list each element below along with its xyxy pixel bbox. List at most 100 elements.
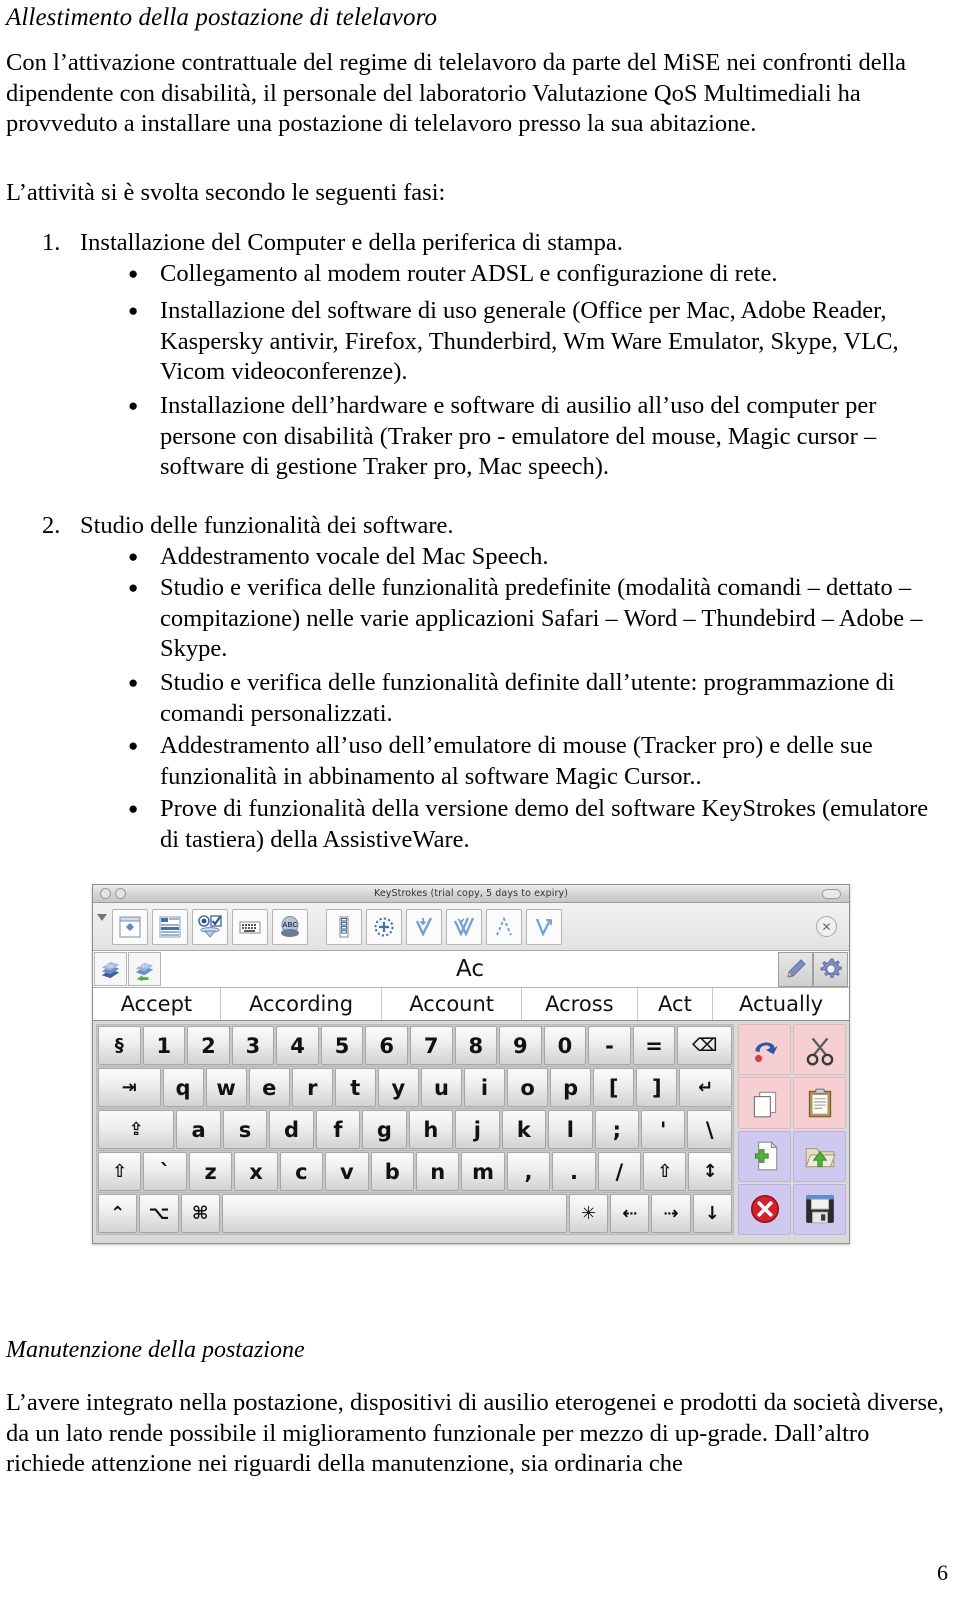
dictionary-icon[interactable]: ABC xyxy=(94,952,127,986)
key-6[interactable]: 6 xyxy=(365,1026,408,1065)
dwell-target-icon[interactable] xyxy=(366,908,402,945)
bullet-glyph-icon: ● xyxy=(128,673,139,692)
key-bracket-left[interactable]: [ xyxy=(593,1068,635,1107)
key-slash[interactable]: / xyxy=(597,1152,642,1191)
key-v[interactable]: v xyxy=(325,1152,369,1191)
key-p[interactable]: p xyxy=(550,1068,592,1107)
prediction-item[interactable]: Actually xyxy=(713,988,849,1020)
key-period[interactable]: . xyxy=(552,1152,596,1191)
key-tab[interactable]: ⇥ xyxy=(98,1068,161,1107)
key-arrow-left-dotted[interactable]: ⇠ xyxy=(610,1194,650,1233)
list-item: ● Installazione dell’hardware e software… xyxy=(128,391,936,483)
key-i[interactable]: i xyxy=(463,1068,506,1107)
prediction-item[interactable]: According xyxy=(221,988,383,1020)
key-j[interactable]: j xyxy=(455,1110,500,1149)
save-file-button[interactable] xyxy=(793,1183,846,1235)
key-shift-right[interactable]: ⇧ xyxy=(643,1152,687,1191)
key-3[interactable]: 3 xyxy=(231,1026,275,1065)
paste-button[interactable] xyxy=(793,1077,846,1129)
key-m[interactable]: m xyxy=(461,1152,505,1191)
key-q[interactable]: q xyxy=(162,1068,204,1107)
key-star-modifier[interactable]: ✳ xyxy=(568,1194,609,1233)
key-1[interactable]: 1 xyxy=(142,1026,186,1065)
panel-layout-icon[interactable] xyxy=(152,908,188,945)
key-l[interactable]: l xyxy=(548,1110,593,1149)
key-r[interactable]: r xyxy=(291,1068,333,1107)
double-click-icon[interactable] xyxy=(446,908,482,945)
key-caps-lock[interactable]: ⇪ xyxy=(98,1110,175,1149)
key-s[interactable]: s xyxy=(222,1110,268,1149)
key-0[interactable]: 0 xyxy=(543,1026,587,1065)
key-9[interactable]: 9 xyxy=(499,1026,542,1065)
key-x[interactable]: x xyxy=(234,1152,278,1191)
key-8[interactable]: 8 xyxy=(454,1026,498,1065)
prediction-item[interactable]: Accept xyxy=(93,988,221,1020)
key-space[interactable] xyxy=(221,1194,567,1233)
key-minus[interactable]: - xyxy=(588,1026,631,1065)
toolbar-collapse-triangle-icon[interactable] xyxy=(97,914,107,921)
move-window-icon[interactable] xyxy=(112,908,148,945)
key-t[interactable]: t xyxy=(334,1068,376,1107)
dictionary-add-icon[interactable]: ABC xyxy=(128,952,161,986)
key-o[interactable]: o xyxy=(507,1068,549,1107)
key-h[interactable]: h xyxy=(408,1110,454,1149)
key-shift-left[interactable]: ⇧ xyxy=(98,1152,142,1191)
zoom-pill-icon[interactable] xyxy=(822,888,841,899)
copy-button[interactable] xyxy=(738,1077,791,1129)
click-down-icon[interactable] xyxy=(406,908,442,945)
key-2[interactable]: 2 xyxy=(187,1026,230,1065)
speech-head-icon[interactable]: ABC xyxy=(272,908,308,945)
key-f[interactable]: f xyxy=(315,1110,361,1149)
close-x-icon[interactable]: ✕ xyxy=(816,916,837,937)
key-backslash[interactable]: \ xyxy=(687,1110,732,1149)
key-semicolon[interactable]: ; xyxy=(594,1110,640,1149)
undo-button[interactable] xyxy=(738,1024,791,1076)
maintenance-heading: Manutenzione della postazione xyxy=(6,1337,305,1363)
keyboard-layout-icon[interactable] xyxy=(232,908,268,945)
close-file-button[interactable] xyxy=(738,1183,791,1235)
key-arrow-down-dotted[interactable]: ↓ xyxy=(692,1194,732,1233)
key-comma[interactable]: , xyxy=(506,1152,551,1191)
pen-edit-icon[interactable] xyxy=(778,951,813,987)
key-return[interactable]: ↵ xyxy=(679,1068,733,1107)
key-option[interactable]: ⌥ xyxy=(139,1194,179,1233)
keyboard-area: § 1 2 3 4 5 6 7 8 9 0 - = ⌫ ⇥ q w e r t … xyxy=(93,1021,849,1239)
drag-right-icon[interactable] xyxy=(526,908,562,945)
key-z[interactable]: z xyxy=(188,1152,233,1191)
key-backtick[interactable]: ` xyxy=(143,1152,187,1191)
key-bracket-right[interactable]: ] xyxy=(636,1068,678,1107)
key-e[interactable]: e xyxy=(248,1068,290,1107)
key-control[interactable]: ⌃ xyxy=(98,1194,138,1233)
key-4[interactable]: 4 xyxy=(276,1026,319,1065)
drag-path-icon[interactable] xyxy=(486,908,522,945)
key-y[interactable]: y xyxy=(377,1068,419,1107)
gear-settings-icon[interactable] xyxy=(813,951,848,987)
key-d[interactable]: d xyxy=(269,1110,314,1149)
prediction-item[interactable]: Across xyxy=(522,988,638,1020)
key-arrow-up-dotted[interactable]: ↕ xyxy=(688,1152,732,1191)
prediction-item[interactable]: Account xyxy=(382,988,522,1020)
key-command[interactable]: ⌘ xyxy=(180,1194,220,1233)
key-equals[interactable]: = xyxy=(632,1026,676,1065)
key-g[interactable]: g xyxy=(362,1110,407,1149)
scan-strip-icon[interactable] xyxy=(326,908,362,945)
key-backspace[interactable]: ⌫ xyxy=(677,1026,733,1065)
key-arrow-right-dotted[interactable]: ⇢ xyxy=(651,1194,691,1233)
new-file-button[interactable] xyxy=(738,1130,791,1182)
key-5[interactable]: 5 xyxy=(320,1026,364,1065)
key-u[interactable]: u xyxy=(420,1068,462,1107)
prediction-item[interactable]: Act xyxy=(638,988,714,1020)
key-7[interactable]: 7 xyxy=(409,1026,453,1065)
key-a[interactable]: a xyxy=(176,1110,221,1149)
key-w[interactable]: w xyxy=(205,1068,247,1107)
radio-check-options-icon[interactable] xyxy=(192,908,228,945)
key-section[interactable]: § xyxy=(98,1026,141,1065)
key-quote[interactable]: ' xyxy=(641,1110,686,1149)
key-c[interactable]: c xyxy=(279,1152,324,1191)
key-b[interactable]: b xyxy=(370,1152,414,1191)
key-k[interactable]: k xyxy=(501,1110,547,1149)
key-n[interactable]: n xyxy=(415,1152,460,1191)
cut-button[interactable] xyxy=(793,1024,846,1076)
wordbar-right-icons xyxy=(778,951,848,987)
open-file-button[interactable] xyxy=(793,1130,846,1182)
